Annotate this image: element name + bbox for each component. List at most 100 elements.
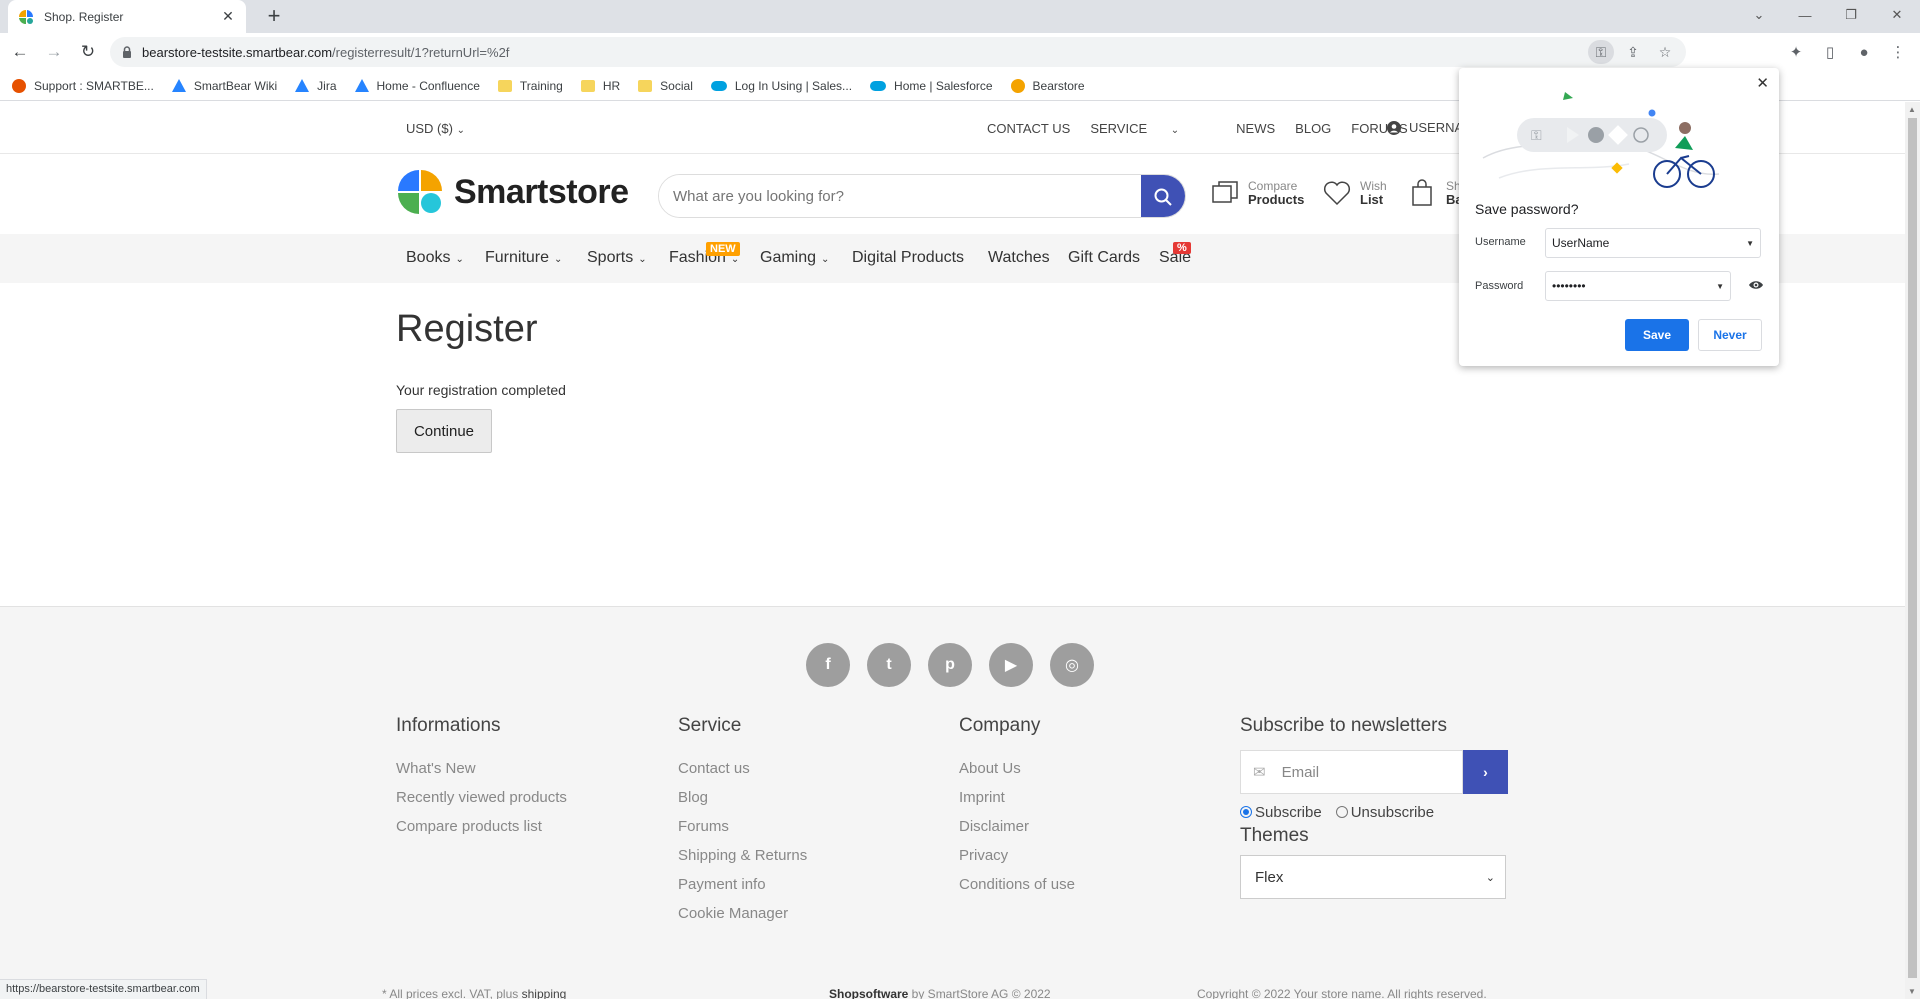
footer-link[interactable]: Forums [678,812,807,841]
bookmark-star-icon[interactable]: ☆ [1652,40,1678,64]
password-label: Password [1475,280,1524,292]
menu-icon[interactable]: ⋮ [1884,38,1912,66]
newsletter-section: Subscribe to newsletters ✉ Email › Subscr… [1240,715,1508,899]
never-button[interactable]: Never [1698,319,1762,351]
folder-icon [580,79,595,92]
side-panel-icon[interactable]: ▯ [1816,38,1844,66]
contact-us-link[interactable]: CONTACT US [987,121,1070,136]
footer-link[interactable]: Payment info [678,870,807,899]
bookmark-item[interactable]: Jira [295,79,337,93]
theme-select[interactable]: Flex ⌄ [1240,855,1506,899]
footer-link[interactable]: Imprint [959,783,1075,812]
facebook-icon[interactable]: f [806,643,850,687]
category-sports[interactable]: Sports ⌄ [587,249,647,267]
compare-products-link[interactable]: Compare Products [1210,178,1304,208]
tab-close-icon[interactable]: ✕ [220,8,236,25]
reload-icon[interactable]: ↻ [74,38,102,66]
category-books[interactable]: Books ⌄ [406,249,464,267]
pinterest-icon[interactable]: p [928,643,972,687]
footer-link[interactable]: Recently viewed products [396,783,567,812]
bookmark-item[interactable]: Training [497,79,563,93]
shipping-link[interactable]: shipping [522,987,567,999]
twitter-icon[interactable]: t [867,643,911,687]
basket-link[interactable]: Sh Ba [1408,178,1463,208]
registration-result-message: Your registration completed [396,382,566,398]
bookmark-item[interactable]: Social [638,79,693,93]
footer-link[interactable]: Cookie Manager [678,899,807,928]
search-icon [1154,188,1172,206]
social-links: f t p ▶ ◎ [806,643,1094,687]
shopping-bag-icon [1412,179,1432,206]
tab-search-icon[interactable]: ⌄ [1736,0,1782,30]
footer-link[interactable]: Compare products list [396,812,567,841]
youtube-icon[interactable]: ▶ [989,643,1033,687]
category-digital-products[interactable]: Digital Products [852,249,964,267]
bookmark-item[interactable]: HR [580,79,620,93]
window-close-icon[interactable]: ✕ [1874,0,1920,30]
logo-text: Smartstore [454,172,629,211]
footer-link[interactable]: Conditions of use [959,870,1075,899]
atlassian-icon [295,79,310,92]
currency-selector[interactable]: USD ($) ⌄ [406,121,465,136]
news-link[interactable]: NEWS [1236,121,1275,136]
search-button[interactable] [1141,175,1185,217]
address-bar[interactable]: bearstore-testsite.smartbear.com/registe… [110,37,1686,67]
browser-toolbar: ← → ↻ bearstore-testsite.smartbear.com/r… [0,33,1920,71]
smartstore-favicon-icon [19,9,34,24]
category-furniture[interactable]: Furniture ⌄ [485,249,562,267]
footer-link[interactable]: Disclaimer [959,812,1075,841]
category-watches[interactable]: Watches [988,249,1050,267]
category-gift-cards[interactable]: Gift Cards [1068,249,1140,267]
footer-link[interactable]: Shipping & Returns [678,841,807,870]
browser-tab[interactable]: Shop. Register ✕ [8,0,246,33]
instagram-icon[interactable]: ◎ [1050,643,1094,687]
wishlist-link[interactable]: Wish List [1322,178,1387,208]
newsletter-email-input[interactable]: ✉ Email [1240,750,1463,794]
blog-link[interactable]: BLOG [1295,121,1331,136]
user-menu[interactable]: USERNA [1387,120,1463,135]
bookmark-item[interactable]: Home - Confluence [354,79,480,93]
chevron-down-icon: ⌄ [1170,125,1180,136]
chevron-down-icon: ⌄ [554,254,563,265]
restore-icon[interactable]: ❐ [1828,0,1874,30]
scrollbar-thumb[interactable] [1908,118,1917,978]
save-password-button[interactable]: Save [1625,319,1689,351]
unsubscribe-radio[interactable]: Unsubscribe [1335,804,1434,821]
dropdown-arrow-icon: ▼ [1746,238,1754,248]
category-gaming[interactable]: Gaming ⌄ [760,249,829,267]
continue-button[interactable]: Continue [396,409,492,453]
forward-icon[interactable]: → [40,38,68,66]
back-icon[interactable]: ← [6,38,34,66]
close-icon[interactable]: ✕ [1756,74,1769,92]
minimize-icon[interactable]: — [1782,0,1828,30]
eye-icon[interactable] [1748,279,1764,291]
username-field[interactable]: UserName ▼ [1545,228,1761,258]
bookmark-item[interactable]: Bearstore [1010,78,1085,93]
store-logo[interactable]: Smartstore [396,168,629,216]
footer-link[interactable]: What's New [396,754,567,783]
search-input[interactable] [659,175,1141,217]
footer-link[interactable]: Contact us [678,754,807,783]
password-field[interactable]: •••••••• ▼ [1545,271,1731,301]
page-scrollbar[interactable]: ▲ ▼ [1905,102,1920,999]
bookmark-item[interactable]: Support : SMARTBE... [12,78,154,93]
omnibox-icons: ⚿ ⇪ ☆ [1588,40,1678,64]
toolbar-right: ✦ ▯ ● ⋮ [1782,38,1912,66]
footer-link[interactable]: Privacy [959,841,1075,870]
scroll-up-icon[interactable]: ▲ [1908,105,1916,114]
new-tab-button[interactable]: + [262,5,286,29]
bookmark-item[interactable]: Log In Using | Sales... [710,79,852,93]
folder-icon [497,79,512,92]
newsletter-submit-button[interactable]: › [1463,750,1508,794]
service-menu[interactable]: SERVICE ⌄ [1090,121,1199,136]
extensions-icon[interactable]: ✦ [1782,38,1810,66]
bookmark-item[interactable]: Home | Salesforce [870,79,993,93]
scroll-down-icon[interactable]: ▼ [1908,987,1916,996]
profile-icon[interactable]: ● [1850,38,1878,66]
bookmark-item[interactable]: SmartBear Wiki [171,79,277,93]
subscribe-radio[interactable]: Subscribe [1240,804,1322,821]
password-key-icon[interactable]: ⚿ [1588,40,1614,64]
footer-link[interactable]: About Us [959,754,1075,783]
share-icon[interactable]: ⇪ [1620,40,1646,64]
footer-link[interactable]: Blog [678,783,807,812]
